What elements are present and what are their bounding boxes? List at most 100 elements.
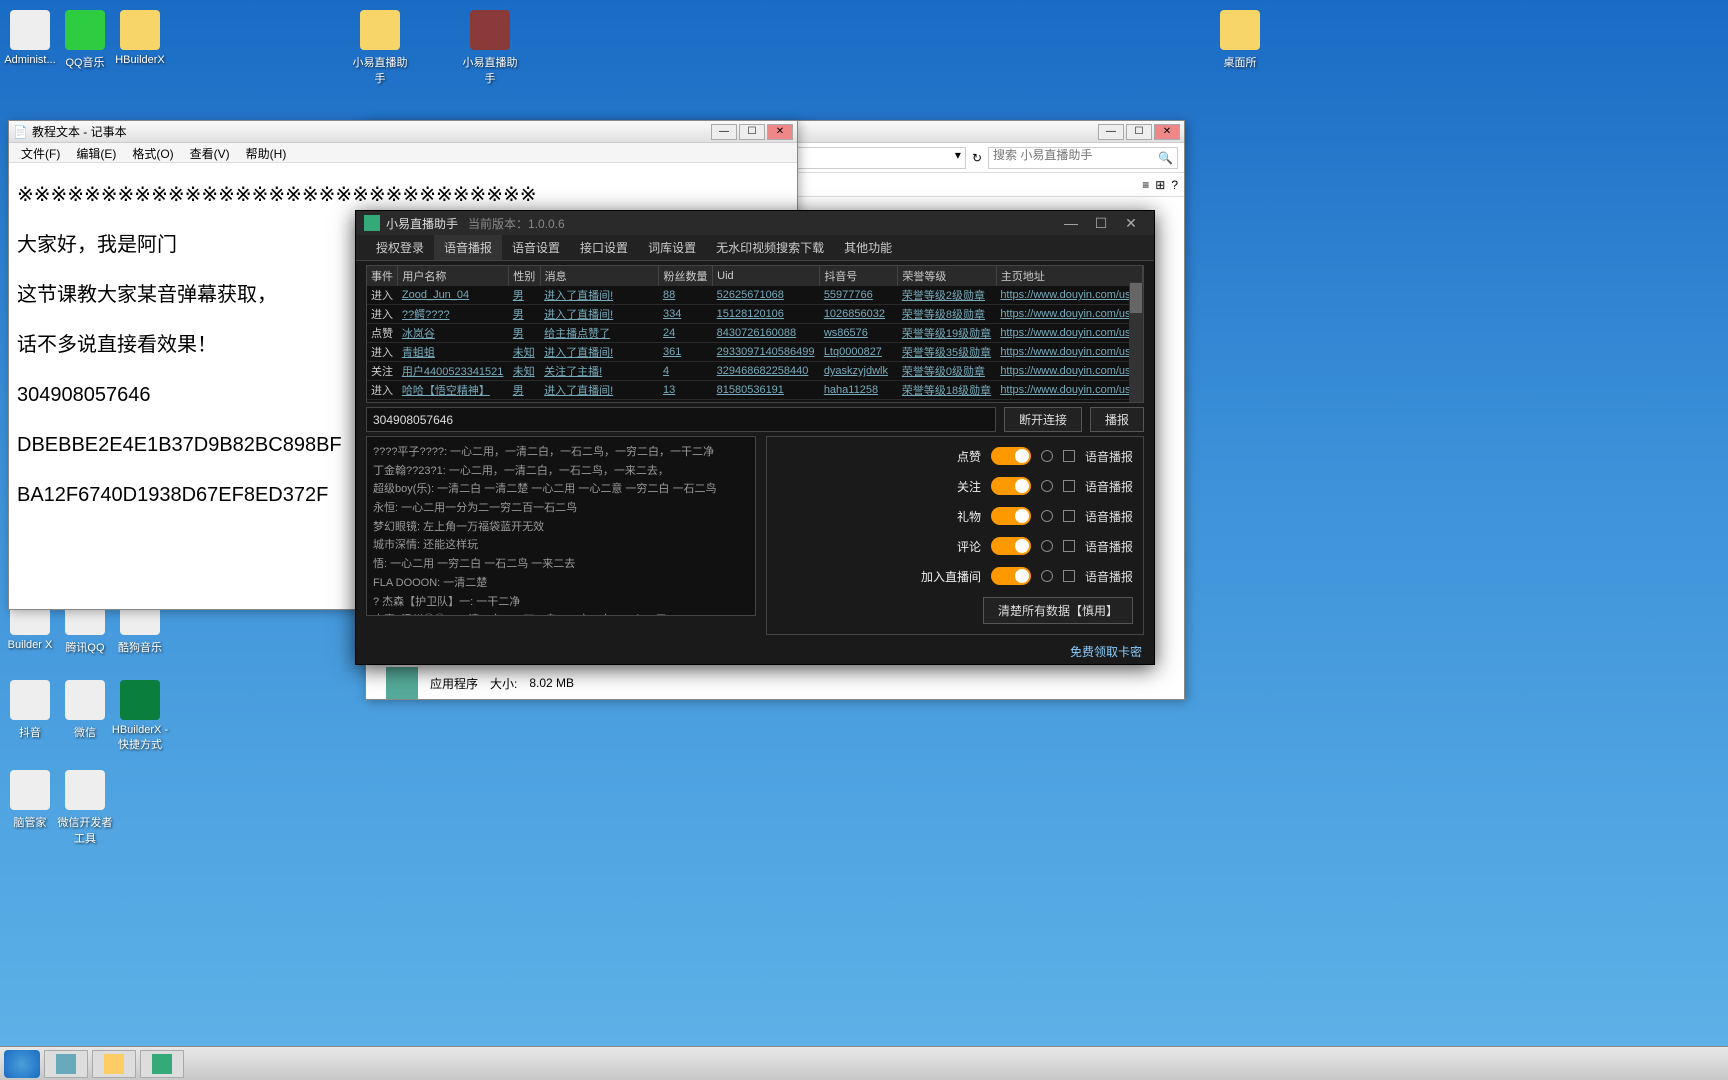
menu-item[interactable]: 编辑(E) [68,143,124,162]
maximize-button[interactable]: ☐ [1126,124,1152,140]
desktop-icon[interactable]: HBuilderX [110,10,170,66]
tab[interactable]: 语音播报 [434,235,502,260]
close-button[interactable]: ✕ [1116,215,1146,232]
taskbar-item[interactable] [92,1050,136,1078]
table-row[interactable]: 进入Zood_Jun_04男进入了直播间!8852625671068559777… [367,286,1143,305]
menu-item[interactable]: 查看(V) [182,143,238,162]
desktop-icon[interactable]: HBuilderX - 快捷方式 [110,680,170,752]
disconnect-button[interactable]: 断开连接 [1004,407,1082,432]
menu-item[interactable]: 帮助(H) [238,143,295,162]
column-header[interactable]: 事件 [367,266,398,286]
cell: https://www.douyin.com/us.. [996,324,1142,343]
radio[interactable] [1041,570,1053,582]
table-row[interactable]: 进入沉默是金男进入了直播间!47757002382927KZ0733荣誉等级33… [367,400,1143,404]
column-header[interactable]: 主页地址 [996,266,1142,286]
cell: 进入 [367,381,398,400]
table-row[interactable]: 点赞冰岚谷男给主播点赞了248430726160088ws86576荣誉等级19… [367,324,1143,343]
column-header[interactable]: 消息 [540,266,659,286]
maximize-button[interactable]: ☐ [1086,215,1116,232]
start-button[interactable] [4,1050,40,1078]
desktop-icon[interactable]: 脑管家 [0,770,60,830]
desktop-icon[interactable]: QQ音乐 [55,10,115,70]
app-tabs: 授权登录语音播报语音设置接口设置词库设置无水印视频搜索下载其他功能 [356,235,1154,261]
close-button[interactable]: ✕ [767,124,793,140]
bobao-button[interactable]: 播报 [1090,407,1144,432]
tab[interactable]: 其他功能 [834,235,902,260]
checkbox[interactable] [1063,570,1075,582]
search-input[interactable] [993,148,1143,162]
column-header[interactable]: 用户名称 [398,266,509,286]
column-header[interactable]: Uid [713,266,820,286]
taskbar-item[interactable] [140,1050,184,1078]
scrollbar-thumb[interactable] [1130,283,1142,313]
table-row[interactable]: 进入??鳄????男进入了直播间!33415128120106102685603… [367,305,1143,324]
radio[interactable] [1041,510,1053,522]
search-box[interactable]: 🔍 [988,147,1178,169]
tab[interactable]: 无水印视频搜索下载 [706,235,834,260]
minimize-button[interactable]: — [1098,124,1124,140]
scrollbar[interactable] [1129,282,1143,402]
search-icon[interactable]: 🔍 [1158,151,1173,165]
tab[interactable]: 接口设置 [570,235,638,260]
tab[interactable]: 授权登录 [366,235,434,260]
column-header[interactable]: 性别 [509,266,540,286]
desktop-icon[interactable]: 小易直播助手 [460,10,520,86]
control-row: 断开连接 播报 [366,407,1144,432]
app-titlebar[interactable]: 小易直播助手 当前版本：1.0.0.6 — ☐ ✕ [356,211,1154,235]
help-icon[interactable]: ? [1171,178,1178,192]
cell: 334 [659,305,713,324]
minimize-button[interactable]: — [1056,215,1086,231]
tab[interactable]: 语音设置 [502,235,570,260]
toggle[interactable] [991,537,1031,555]
toggle[interactable] [991,507,1031,525]
icon-label: 小易直播助手 [350,54,410,86]
table-row[interactable]: 进入青蛆蛆未知进入了直播间!3612933097140586499Ltq0000… [367,343,1143,362]
toggle[interactable] [991,567,1031,585]
minimize-button[interactable]: — [711,124,737,140]
toggle[interactable] [991,447,1031,465]
column-header[interactable]: 荣誉等级 [898,266,996,286]
checkbox[interactable] [1063,450,1075,462]
radio[interactable] [1041,480,1053,492]
log-line: FLA DOOON: 一清二楚 [373,574,749,593]
desktop-icon[interactable]: 微信 [55,680,115,740]
code-input[interactable] [366,407,996,432]
checkbox[interactable] [1063,510,1075,522]
close-button[interactable]: ✕ [1154,124,1180,140]
app-icon [120,10,160,50]
checkbox[interactable] [1063,480,1075,492]
desktop-icon[interactable]: 小易直播助手 [350,10,410,86]
footer-link[interactable]: 免费领取卡密 [1070,643,1142,660]
radio[interactable] [1041,450,1053,462]
file-row[interactable]: 应用程序 大小: 8.02 MB [386,667,1164,699]
voice-label: 语音播报 [1085,478,1133,495]
tab[interactable]: 词库设置 [638,235,706,260]
cell: 361 [659,343,713,362]
taskbar-item[interactable] [44,1050,88,1078]
desktop-icon[interactable]: 微信开发者工具 [55,770,115,846]
radio[interactable] [1041,540,1053,552]
cell: 荣誉等级0级勋章 [898,362,996,381]
maximize-button[interactable]: ☐ [739,124,765,140]
clear-button[interactable]: 清楚所有数据【慎用】 [983,597,1133,624]
menu-item[interactable]: 文件(F) [13,143,68,162]
desktop-icon[interactable]: 桌面所 [1210,10,1270,70]
refresh-icon[interactable]: ↻ [972,151,982,165]
table-row[interactable]: 关注用户4400523341521未知关注了主播!432946868225844… [367,362,1143,381]
cell: 进入 [367,343,398,362]
view-icon[interactable]: ≡ [1142,178,1149,192]
notepad-titlebar[interactable]: 📄教程文本 - 记事本 — ☐ ✕ [9,121,797,143]
view-icon[interactable]: ⊞ [1155,178,1165,192]
cell: KZ0733 [820,400,898,404]
menu-item[interactable]: 格式(O) [124,143,181,162]
checkbox[interactable] [1063,540,1075,552]
log-line: 幸蜜?温州⑤⑤?: 一清二白，一石二鸟，一穷二白，一心二用 [373,611,749,616]
table-row[interactable]: 进入哈哈【悟空精神】男进入了直播间!1381580536191haha11258… [367,381,1143,400]
cell: 用户4400523341521 [398,362,509,381]
column-header[interactable]: 抖音号 [820,266,898,286]
toggle[interactable] [991,477,1031,495]
desktop-icon[interactable]: Administ... [0,10,60,66]
desktop-icon[interactable]: 抖音 [0,680,60,740]
column-header[interactable]: 粉丝数量 [659,266,713,286]
app-window: 小易直播助手 当前版本：1.0.0.6 — ☐ ✕ 授权登录语音播报语音设置接口… [355,210,1155,665]
